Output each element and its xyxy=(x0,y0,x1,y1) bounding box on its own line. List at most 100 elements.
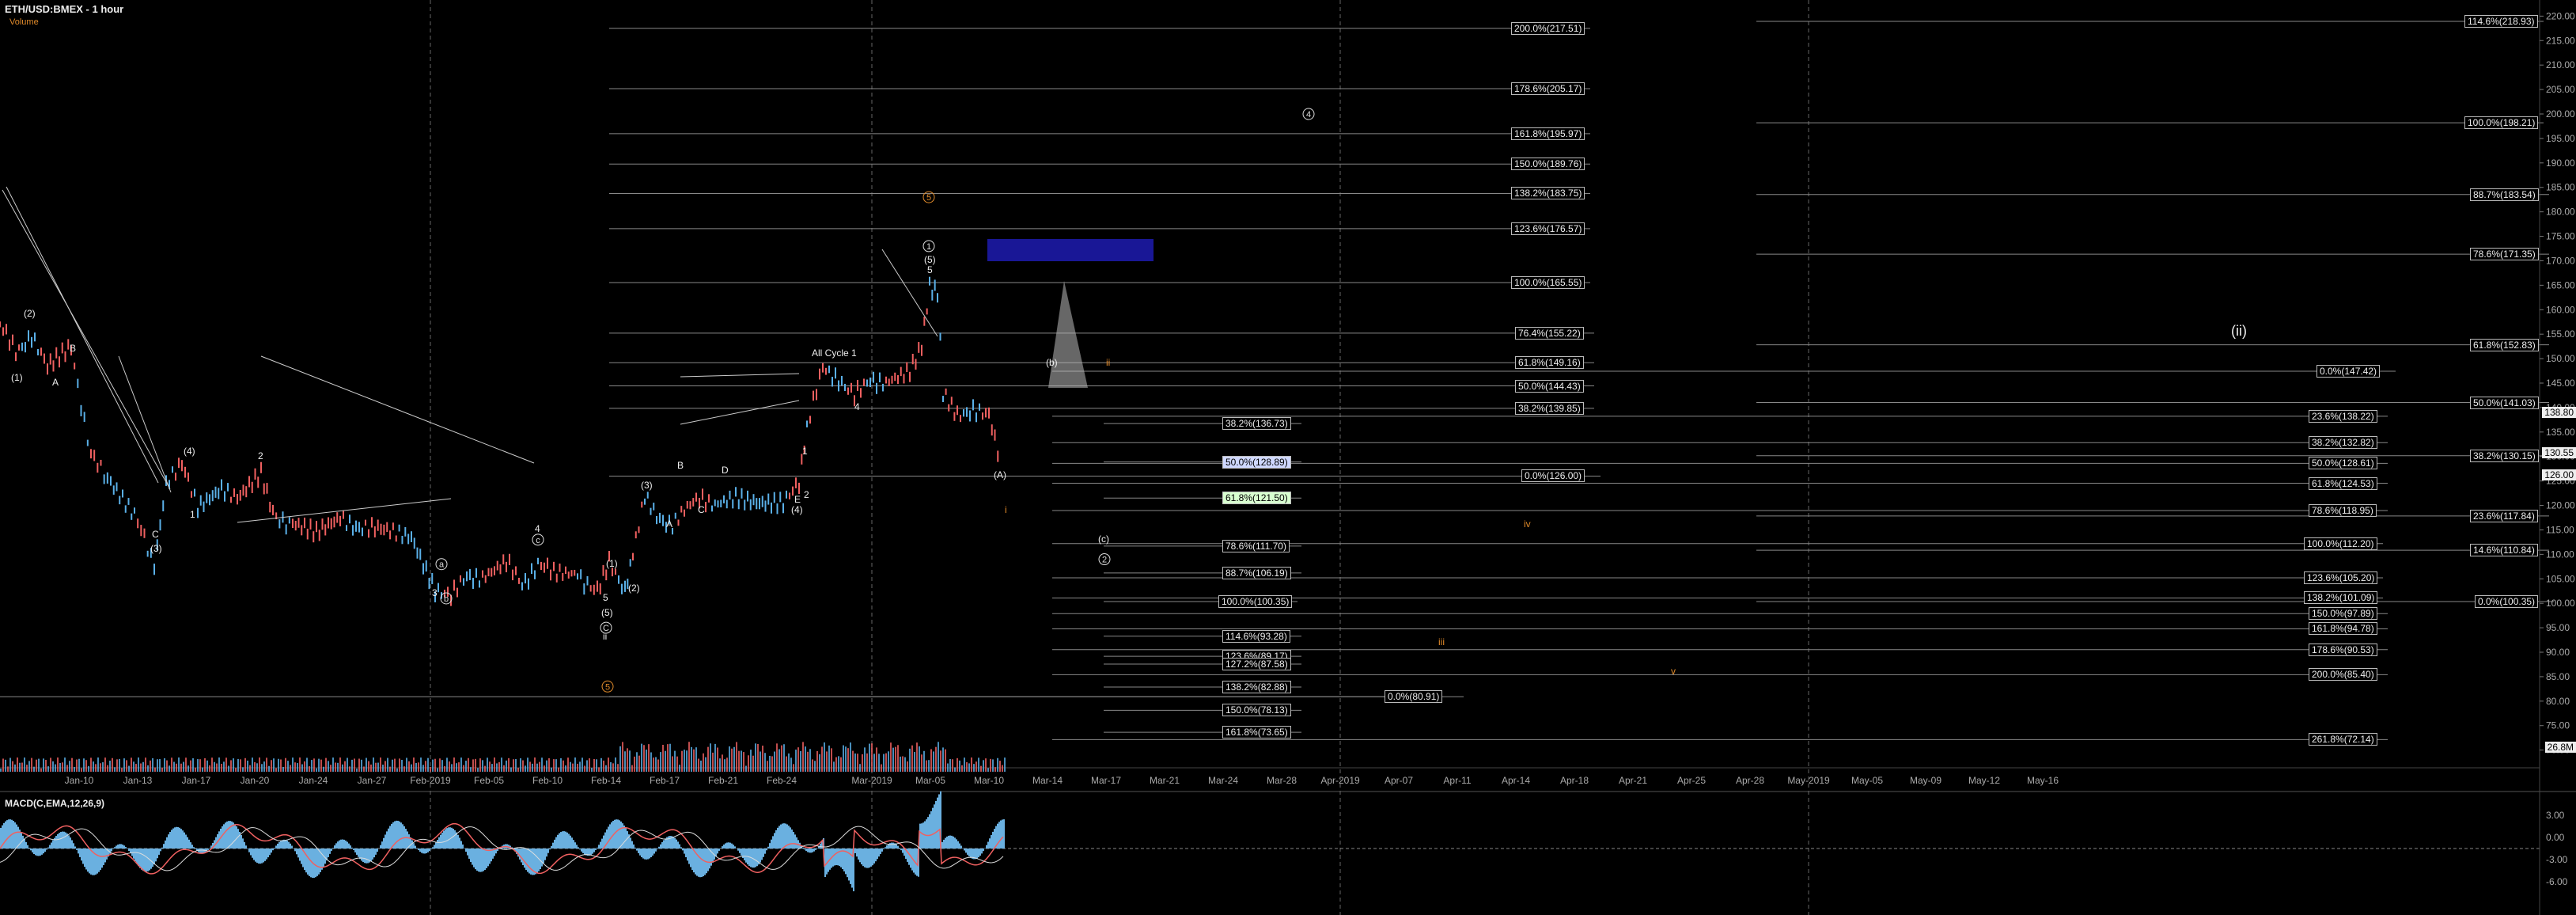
fib-label: 138.2%(101.09) xyxy=(2304,591,2378,605)
macd-hist xyxy=(334,845,335,849)
volume-bar xyxy=(729,746,730,772)
volume-bar xyxy=(157,759,158,772)
volume-bar xyxy=(280,759,282,772)
volume-bar xyxy=(769,755,771,772)
volume-bar xyxy=(439,758,441,772)
macd-hist xyxy=(949,835,951,849)
macd-hist xyxy=(877,849,878,860)
macd-hist xyxy=(448,827,449,849)
volume-bar xyxy=(710,743,711,772)
volume-bar xyxy=(525,765,526,772)
x-tick-label: Mar-28 xyxy=(1267,775,1297,786)
volume-bar xyxy=(453,757,455,772)
macd-hist xyxy=(921,823,922,849)
macd-hist xyxy=(728,842,729,849)
y-tick-label: 210.00 xyxy=(2546,59,2575,70)
fib-label: 114.6%(93.28) xyxy=(1222,629,1290,643)
current-price-label: 138.80 xyxy=(2542,407,2576,419)
macd-hist xyxy=(859,849,861,863)
volume-bar xyxy=(520,758,521,772)
macd-hist xyxy=(653,849,655,854)
macd-hist xyxy=(364,849,366,864)
macd-hist xyxy=(49,845,51,849)
volume-bar xyxy=(802,742,804,772)
macd-hist xyxy=(244,841,245,849)
volume-bar xyxy=(570,761,571,772)
volume-bar xyxy=(534,757,536,772)
macd-hist xyxy=(932,807,934,849)
volume-bar xyxy=(907,761,908,772)
macd-hist xyxy=(44,849,46,852)
macd-hist xyxy=(698,849,699,877)
macd-hist xyxy=(305,849,307,873)
macd-hist xyxy=(33,849,35,855)
macd-hist xyxy=(445,829,446,849)
volume-bar xyxy=(610,761,612,772)
volume-bar xyxy=(33,766,35,772)
volume-bar xyxy=(579,761,581,772)
volume-bar xyxy=(676,756,678,772)
macd-hist xyxy=(625,828,627,849)
volume-bar xyxy=(64,757,66,772)
x-tick-label: Jan-20 xyxy=(241,775,270,786)
volume-bar xyxy=(123,758,125,772)
volume-bar xyxy=(356,768,358,772)
x-tick-label: Feb-21 xyxy=(708,775,738,786)
volume-bar xyxy=(890,742,892,772)
macd-hist xyxy=(547,849,549,853)
macd-hist xyxy=(935,800,937,849)
macd-hist xyxy=(370,849,372,862)
volume-bar xyxy=(38,758,40,772)
volume-bar xyxy=(197,759,199,772)
fib-label: 78.6%(118.95) xyxy=(2309,504,2377,518)
volume-bar xyxy=(684,750,685,772)
wave-label: 4 xyxy=(535,523,540,535)
macd-hist xyxy=(794,834,796,849)
macd-hist xyxy=(796,837,797,849)
volume-bar xyxy=(285,757,286,772)
macd-hist xyxy=(595,849,597,850)
volume-bar xyxy=(304,761,305,772)
macd-hist xyxy=(128,849,130,852)
macd-hist xyxy=(763,849,764,857)
volume-bar xyxy=(788,753,790,772)
macd-panel xyxy=(0,791,2540,892)
macd-hist xyxy=(672,837,674,849)
macd-hist xyxy=(120,844,122,849)
volume-bar xyxy=(209,765,210,772)
volume-bar xyxy=(24,757,25,772)
macd-hist xyxy=(562,831,563,849)
volume-bar xyxy=(703,753,704,772)
x-tick-label: Jan-27 xyxy=(358,775,387,786)
macd-hist xyxy=(228,821,229,849)
volume-bar xyxy=(47,766,49,772)
macd-hist xyxy=(986,845,987,849)
volume-bar xyxy=(271,760,272,772)
volume-bar xyxy=(657,759,659,772)
macd-hist xyxy=(908,849,910,865)
macd-hist xyxy=(453,829,454,849)
macd-hist xyxy=(84,849,85,868)
macd-hist xyxy=(717,849,718,854)
volume-bar xyxy=(700,760,702,772)
macd-hist xyxy=(405,829,407,849)
macd-tick-label: -3.00 xyxy=(2546,854,2568,865)
wave-circle-label: 2 xyxy=(1102,556,1107,565)
volume-bar xyxy=(328,761,329,772)
macd-hist xyxy=(872,849,873,866)
y-tick-label: 75.00 xyxy=(2546,720,2570,731)
volume-bar xyxy=(776,743,778,772)
trend-line xyxy=(118,355,172,493)
macd-hist xyxy=(427,849,429,852)
volume-bar xyxy=(764,753,766,772)
volume-bar xyxy=(266,757,267,772)
wave-label: (ii) xyxy=(2231,323,2247,339)
macd-hist xyxy=(778,826,780,849)
y-tick-label: 180.00 xyxy=(2546,207,2575,218)
volume-bar xyxy=(755,743,756,772)
y-tick-label: 220.00 xyxy=(2546,10,2575,21)
volume-bar xyxy=(119,758,120,772)
macd-hist xyxy=(566,832,568,849)
macd-hist xyxy=(899,848,900,849)
volume-bar xyxy=(173,761,175,772)
